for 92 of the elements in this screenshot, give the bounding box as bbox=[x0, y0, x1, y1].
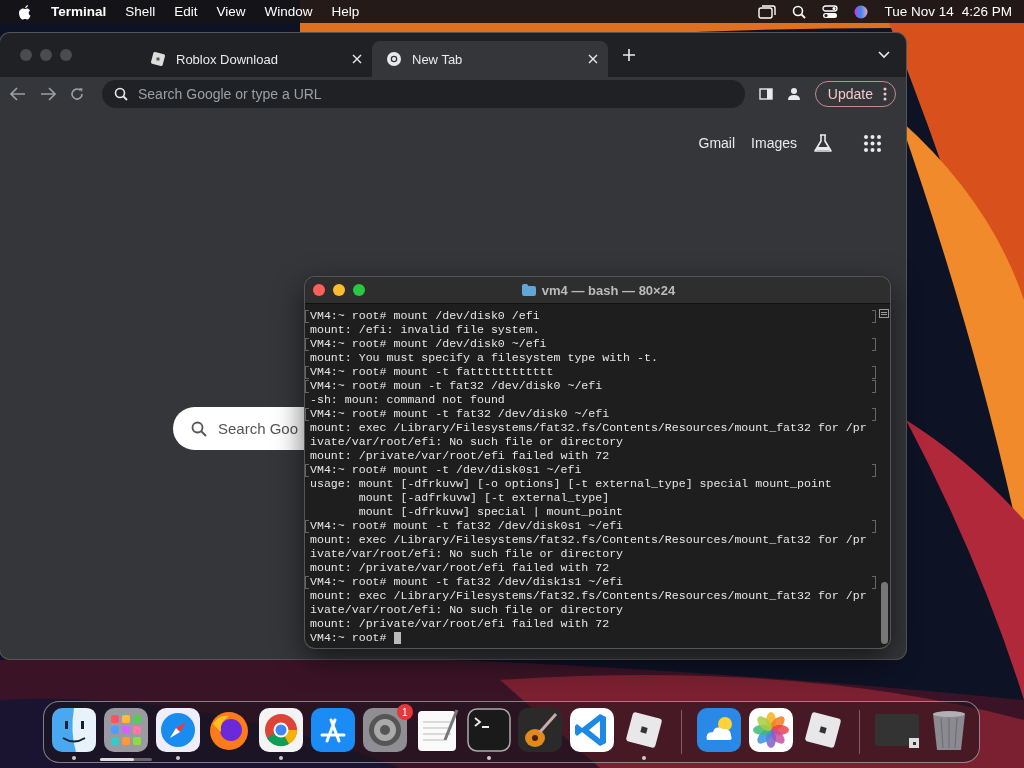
app-store-icon[interactable] bbox=[311, 708, 356, 752]
search-field[interactable]: Search Goo bbox=[173, 407, 305, 450]
header-link[interactable]: Gmail bbox=[698, 135, 736, 151]
terminal-line: -sh: moun: command not found bbox=[310, 393, 505, 407]
browser-tab[interactable]: New Tab bbox=[372, 41, 608, 77]
app-grid-icon[interactable] bbox=[103, 708, 148, 752]
terminal-line: mount: exec /Library/Filesystems/fat32.fs/Contents/Resources/mount_fat32 for /pr bbox=[310, 421, 867, 435]
terminal-line: mount [-adfrkuvw] [-t external_type] bbox=[357, 491, 610, 505]
window-button[interactable] bbox=[333, 284, 345, 296]
gear-icon[interactable] bbox=[362, 708, 407, 752]
terminal-line: mount: /private/var/root/efi failed with 72 bbox=[310, 449, 610, 463]
terminal-line: VM4:~ root# mount -t fat32 /dev/disk0s1 ~/efi bbox=[310, 519, 624, 533]
split-icon[interactable] bbox=[879, 309, 889, 318]
terminal-line: ivate/var/root/efi: No such file or directory bbox=[310, 435, 624, 449]
reload-icon[interactable] bbox=[70, 87, 84, 101]
line-mark bbox=[305, 338, 309, 351]
compass-icon[interactable] bbox=[155, 708, 200, 752]
apps-grid-icon[interactable] bbox=[863, 133, 882, 153]
line-mark bbox=[872, 520, 876, 533]
orb-icon[interactable] bbox=[854, 4, 869, 19]
terminal-line: mount: exec /Library/Filesystems/fat32.fs/Contents/Resources/mount_fat32 for /pr bbox=[310, 533, 867, 547]
terminal-line: mount [-dfrkuvw] special | mount_point bbox=[357, 505, 624, 519]
terminal-line: VM4:~ root# mount -t fat32 /dev/disk1s1 ~/efi bbox=[310, 575, 624, 589]
header-link[interactable]: Images bbox=[751, 135, 797, 151]
guitar-icon[interactable] bbox=[518, 708, 563, 752]
line-mark bbox=[305, 408, 309, 421]
line-mark bbox=[872, 310, 876, 323]
cloud-icon[interactable] bbox=[696, 708, 741, 752]
line-mark bbox=[872, 338, 876, 351]
plus-icon[interactable] bbox=[622, 48, 636, 62]
terminal-line: VM4:~ root# bbox=[310, 631, 387, 645]
line-mark bbox=[305, 520, 309, 533]
terminal-line: mount: exec /Library/Filesystems/fat32.fs/Contents/Resources/mount_fat32 for /pr bbox=[310, 589, 867, 603]
line-mark bbox=[305, 576, 309, 589]
window-button[interactable] bbox=[353, 284, 365, 296]
search-placeholder: Search Goo bbox=[218, 420, 299, 437]
wheel-icon bbox=[386, 51, 402, 67]
terminal-line: usage: mount [-dfrkuvw] [-o options] [-t external_type] special mount_point bbox=[310, 477, 832, 491]
flask-icon[interactable] bbox=[813, 133, 833, 153]
flower-icon[interactable] bbox=[748, 708, 793, 752]
menu-date[interactable]: Tue Nov 14 bbox=[884, 4, 954, 19]
menu-item[interactable]: Help bbox=[331, 4, 360, 19]
window-title: vm4 — bash — 80×24 bbox=[541, 282, 676, 298]
toggles-icon[interactable] bbox=[822, 4, 839, 19]
terminal-line: ivate/var/root/efi: No such file or directory bbox=[310, 547, 624, 561]
code-editor-icon[interactable] bbox=[570, 708, 615, 752]
terminal-line: VM4:~ root# mount -t /dev/disk0s1 ~/efi bbox=[310, 463, 582, 477]
update-button[interactable]: Update bbox=[814, 81, 896, 107]
terminal-line: VM4:~ root# mount -t fat32 /dev/disk0 ~/efi bbox=[310, 407, 610, 421]
text-cursor bbox=[393, 632, 401, 644]
face-icon[interactable] bbox=[51, 708, 96, 752]
terminal-line: VM4:~ root# moun -t fat32 /dev/disk0 ~/efi bbox=[310, 379, 603, 393]
terminal-icon[interactable] bbox=[466, 708, 511, 752]
line-mark bbox=[305, 310, 309, 323]
apple-icon[interactable] bbox=[18, 3, 32, 20]
browser-tab[interactable]: Roblox Download bbox=[136, 41, 372, 77]
address-bar[interactable]: Search Google or type a URL bbox=[102, 80, 745, 108]
line-mark bbox=[872, 576, 876, 589]
scrollbar-thumb[interactable] bbox=[880, 582, 888, 644]
menu-item[interactable]: View bbox=[216, 4, 246, 19]
back-icon[interactable] bbox=[10, 87, 26, 101]
search-icon bbox=[114, 87, 128, 101]
forward-icon[interactable] bbox=[40, 87, 56, 101]
side-panel-icon[interactable] bbox=[758, 88, 773, 100]
search-icon[interactable] bbox=[792, 4, 807, 19]
folder-icon bbox=[521, 284, 536, 296]
terminal-line: VM4:~ root# mount /dev/disk0 ~/efi bbox=[310, 337, 547, 351]
terminal-line: mount: /private/var/root/efi failed with 72 bbox=[310, 561, 610, 575]
search-icon bbox=[191, 420, 207, 437]
close-icon[interactable] bbox=[352, 54, 362, 64]
terminal-line: ivate/var/root/efi: No such file or directory bbox=[310, 603, 624, 617]
wheel-icon[interactable] bbox=[259, 708, 304, 752]
close-icon[interactable] bbox=[588, 54, 598, 64]
windows-icon[interactable] bbox=[758, 4, 777, 19]
profile-icon[interactable] bbox=[786, 87, 801, 101]
menu-item[interactable]: Terminal bbox=[51, 4, 107, 19]
terminal-line: mount: You must specify a filesystem type with -t. bbox=[310, 351, 658, 365]
chevron-down-icon[interactable] bbox=[878, 51, 890, 59]
address-placeholder: Search Google or type a URL bbox=[138, 86, 322, 102]
line-mark bbox=[872, 464, 876, 477]
line-mark bbox=[872, 408, 876, 421]
terminal-line: mount: /efi: invalid file system. bbox=[310, 323, 540, 337]
window-button[interactable] bbox=[313, 284, 325, 296]
line-mark bbox=[305, 464, 309, 477]
more-icon[interactable] bbox=[883, 87, 887, 101]
menu-time[interactable]: 4:26 PM bbox=[961, 4, 1012, 19]
terminal-line: VM4:~ root# mount -t fatttttttttttt bbox=[310, 365, 554, 379]
terminal-line: VM4:~ root# mount /dev/disk0 /efi bbox=[310, 309, 540, 323]
menu-item[interactable]: Shell bbox=[125, 4, 156, 19]
menu-item[interactable]: Edit bbox=[174, 4, 198, 19]
terminal-line: mount: /private/var/root/efi failed with 72 bbox=[310, 617, 610, 631]
menu-item[interactable]: Window bbox=[264, 4, 313, 19]
